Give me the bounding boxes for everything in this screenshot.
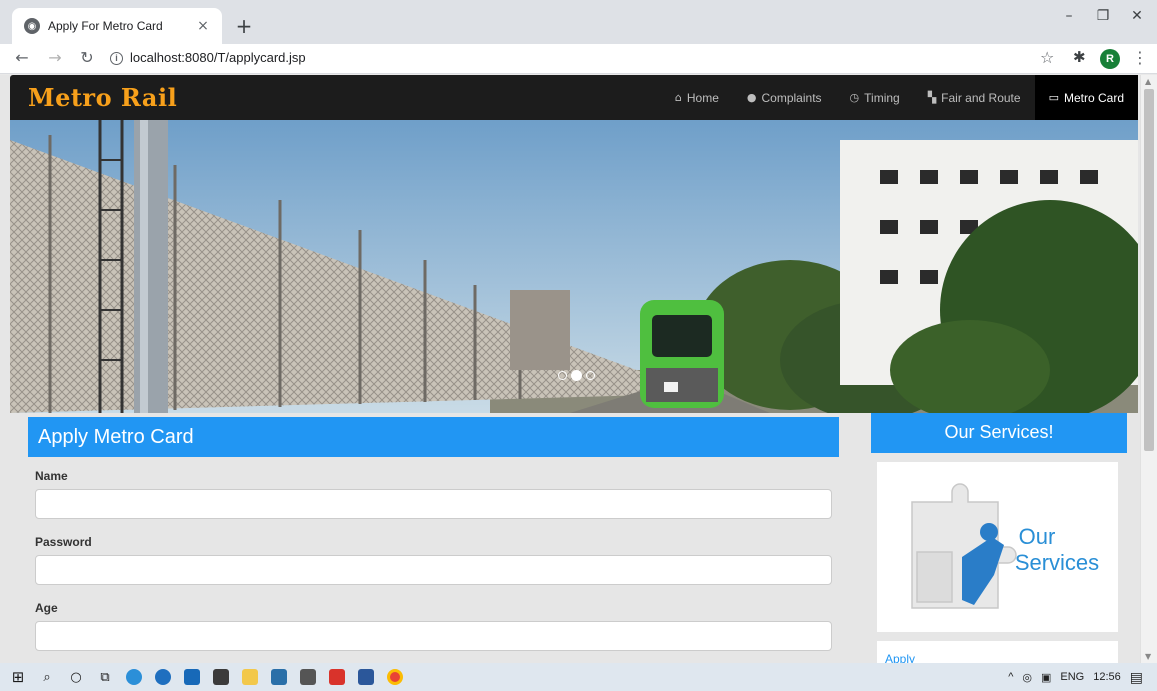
puzzle-illustration: Our Services	[911, 483, 1099, 609]
windows-start-icon[interactable]: ⊞	[7, 666, 29, 688]
reload-icon[interactable]: ↻	[77, 48, 97, 67]
nav-label: Fair and Route	[941, 90, 1021, 105]
carousel-dot-active[interactable]	[571, 370, 582, 381]
profile-avatar[interactable]: R	[1100, 49, 1120, 69]
carousel-dot[interactable]	[586, 371, 595, 380]
windows-taskbar: ⊞ ⌕ ○ ⧉ ^ ◎ ▣ ENG 12:56 ▤	[0, 663, 1157, 691]
nav-label: Metro Card	[1063, 90, 1124, 105]
nav-metro-card[interactable]: ▭ Metro Card	[1034, 75, 1138, 120]
display-icon[interactable]: ▣	[1041, 671, 1051, 684]
browser-tabstrip: ◉ Apply For Metro Card × + – ❐ ✕	[0, 0, 1157, 44]
word-icon[interactable]	[355, 666, 377, 688]
forward-icon[interactable]: →	[45, 48, 65, 67]
hero-carousel[interactable]	[10, 120, 1138, 413]
minimize-icon[interactable]: –	[1054, 8, 1084, 24]
form-title: Apply Metro Card	[28, 417, 839, 457]
scroll-up-icon[interactable]: ▲	[1145, 77, 1151, 86]
services-image: Our Services	[877, 462, 1118, 632]
sql-app-icon[interactable]	[268, 666, 290, 688]
browser-app-icon[interactable]	[152, 666, 174, 688]
network-icon[interactable]: ◎	[1022, 671, 1032, 684]
page-viewport: Metro Rail ⌂ Home ● Complaints ◷ Timing …	[0, 75, 1157, 663]
new-tab-icon[interactable]: +	[230, 12, 258, 40]
mail-icon[interactable]	[181, 666, 203, 688]
nav-home[interactable]: ⌂ Home	[661, 75, 733, 120]
site-nav-links: ⌂ Home ● Complaints ◷ Timing ▚ Fair and …	[661, 75, 1138, 120]
nav-label: Home	[686, 90, 719, 105]
nav-label: Complaints	[761, 90, 822, 105]
services-image-text-2: Services	[1015, 550, 1099, 575]
site-brand-logo[interactable]: Metro Rail	[28, 83, 177, 112]
services-sidebar: Our Services! Our Services Apply	[871, 413, 1127, 663]
task-view-icon[interactable]: ⧉	[94, 666, 116, 688]
site-info-icon[interactable]: i	[110, 52, 123, 65]
search-icon[interactable]: ⌕	[36, 666, 58, 688]
chrome-icon[interactable]	[384, 666, 406, 688]
apply-card-panel: Apply Metro Card Name Password Age	[28, 417, 839, 663]
card-icon: ▭	[1048, 91, 1059, 104]
file-explorer-icon[interactable]	[239, 666, 261, 688]
back-icon[interactable]: ←	[12, 48, 32, 67]
services-list: Apply	[877, 641, 1118, 663]
services-image-text-1: Our	[1019, 524, 1056, 549]
password-label: Password	[35, 535, 92, 549]
password-input[interactable]	[35, 555, 832, 585]
edge-icon[interactable]	[123, 666, 145, 688]
nav-timing[interactable]: ◷ Timing	[836, 75, 914, 120]
age-label: Age	[35, 601, 58, 615]
browser-menu-icon[interactable]: ⋮	[1132, 48, 1148, 67]
browser-tab[interactable]: ◉ Apply For Metro Card ×	[12, 8, 222, 44]
home-icon: ⌂	[674, 91, 682, 104]
globe-icon: ◉	[24, 18, 40, 34]
window-close-icon[interactable]: ✕	[1122, 8, 1152, 24]
nav-complaints[interactable]: ● Complaints	[733, 75, 836, 120]
page-scrollbar[interactable]: ▲ ▼	[1140, 75, 1157, 663]
bookmark-star-icon[interactable]: ☆	[1040, 48, 1054, 67]
name-label: Name	[35, 469, 68, 483]
maximize-icon[interactable]: ❐	[1088, 8, 1118, 24]
scroll-thumb[interactable]	[1144, 89, 1154, 451]
extensions-icon[interactable]: ✱	[1073, 48, 1086, 66]
map-icon: ▚	[927, 91, 937, 104]
settings-app-icon[interactable]	[297, 666, 319, 688]
services-title: Our Services!	[871, 413, 1127, 453]
clock[interactable]: 12:56	[1093, 671, 1121, 683]
language-indicator[interactable]: ENG	[1060, 671, 1084, 683]
nav-label: Timing	[864, 90, 900, 105]
system-tray: ^ ◎ ▣ ENG 12:56 ▤	[1008, 663, 1143, 691]
browser-toolbar: ← → ↻ i localhost:8080/T/applycard.jsp ☆…	[0, 44, 1157, 74]
carousel-dot[interactable]	[558, 371, 567, 380]
comment-icon: ●	[746, 91, 757, 104]
name-input[interactable]	[35, 489, 832, 519]
store-icon[interactable]	[210, 666, 232, 688]
tab-title: Apply For Metro Card	[48, 19, 163, 33]
tab-close-icon[interactable]: ×	[194, 18, 212, 34]
nav-fair-and-route[interactable]: ▚ Fair and Route	[914, 75, 1035, 120]
address-bar[interactable]: localhost:8080/T/applycard.jsp	[130, 50, 306, 65]
carousel-indicators	[558, 370, 595, 381]
site-navbar: Metro Rail ⌂ Home ● Complaints ◷ Timing …	[10, 75, 1138, 120]
tray-expand-icon[interactable]: ^	[1008, 671, 1013, 683]
apply-card-form: Name Password Age	[28, 457, 839, 651]
cortana-icon[interactable]: ○	[65, 666, 87, 688]
age-input[interactable]	[35, 621, 832, 651]
notification-icon[interactable]: ▤	[1130, 669, 1143, 686]
scroll-down-icon[interactable]: ▼	[1145, 652, 1151, 661]
clock-icon: ◷	[849, 91, 860, 104]
screen: ◉ Apply For Metro Card × + – ❐ ✕ ← → ↻ i…	[0, 0, 1157, 691]
services-link-apply[interactable]: Apply	[885, 652, 915, 663]
pdf-reader-icon[interactable]	[326, 666, 348, 688]
